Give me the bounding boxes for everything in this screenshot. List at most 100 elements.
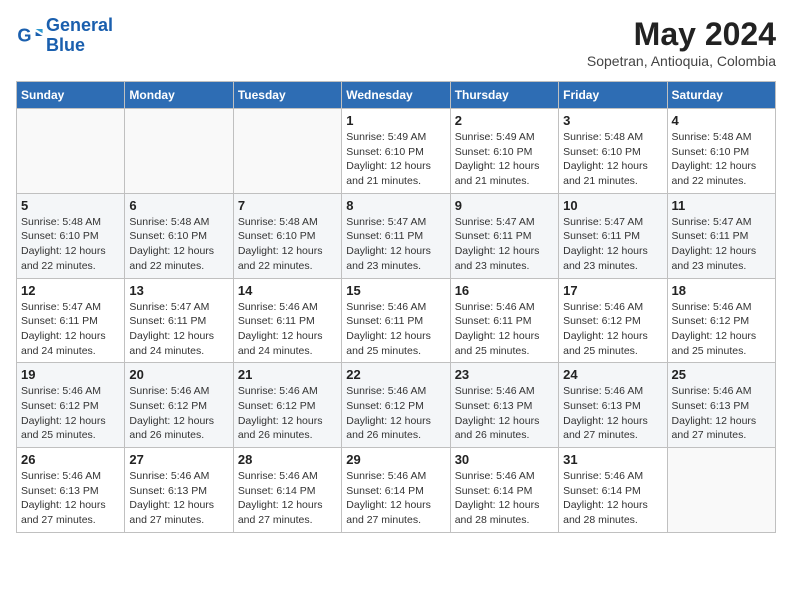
calendar-cell: 26 Sunrise: 5:46 AM Sunset: 6:13 PM Dayli…: [17, 448, 125, 533]
calendar-cell: 3 Sunrise: 5:48 AM Sunset: 6:10 PM Daylig…: [559, 109, 667, 194]
calendar-cell: 21Sunrise: 5:46 AM Sunset: 6:12 PM Dayli…: [233, 363, 341, 448]
location: Sopetran, Antioquia, Colombia: [587, 53, 776, 69]
calendar-week-row: 1 Sunrise: 5:49 AM Sunset: 6:10 PM Daylig…: [17, 109, 776, 194]
calendar-cell: 2 Sunrise: 5:49 AM Sunset: 6:10 PM Daylig…: [450, 109, 558, 194]
day-number: 2: [455, 113, 554, 128]
day-number: 28: [238, 452, 337, 467]
calendar-cell: 14Sunrise: 5:46 AM Sunset: 6:11 PM Dayli…: [233, 278, 341, 363]
calendar-cell: 18 Sunrise: 5:46 AM Sunset: 6:12 PM Dayli…: [667, 278, 775, 363]
day-info: Sunrise: 5:46 AM Sunset: 6:13 PM Dayligh…: [21, 469, 120, 528]
day-info: Sunrise: 5:48 AM Sunset: 6:10 PM Dayligh…: [238, 215, 337, 274]
calendar-cell: [17, 109, 125, 194]
svg-text:G: G: [17, 25, 31, 45]
calendar-cell: 30 Sunrise: 5:46 AM Sunset: 6:14 PM Dayli…: [450, 448, 558, 533]
calendar-week-row: 12 Sunrise: 5:47 AM Sunset: 6:11 PM Dayli…: [17, 278, 776, 363]
day-number: 19: [21, 367, 120, 382]
day-number: 26: [21, 452, 120, 467]
calendar-cell: 9Sunrise: 5:47 AM Sunset: 6:11 PM Daylig…: [450, 193, 558, 278]
day-number: 13: [129, 283, 228, 298]
page-header: G General Blue May 2024 Sopetran, Antioq…: [16, 16, 776, 69]
day-info: Sunrise: 5:46 AM Sunset: 6:12 PM Dayligh…: [238, 384, 337, 443]
calendar-cell: 22Sunrise: 5:46 AM Sunset: 6:12 PM Dayli…: [342, 363, 450, 448]
day-info: Sunrise: 5:49 AM Sunset: 6:10 PM Dayligh…: [455, 130, 554, 189]
calendar-cell: 29 Sunrise: 5:46 AM Sunset: 6:14 PM Dayli…: [342, 448, 450, 533]
calendar-cell: 28 Sunrise: 5:46 AM Sunset: 6:14 PM Dayli…: [233, 448, 341, 533]
calendar-cell: 27Sunrise: 5:46 AM Sunset: 6:13 PM Dayli…: [125, 448, 233, 533]
day-number: 24: [563, 367, 662, 382]
calendar-cell: 5Sunrise: 5:48 AM Sunset: 6:10 PM Daylig…: [17, 193, 125, 278]
calendar-cell: [125, 109, 233, 194]
logo-general: General: [46, 15, 113, 35]
day-info: Sunrise: 5:46 AM Sunset: 6:11 PM Dayligh…: [346, 300, 445, 359]
day-info: Sunrise: 5:48 AM Sunset: 6:10 PM Dayligh…: [21, 215, 120, 274]
month-year: May 2024: [587, 16, 776, 53]
logo: G General Blue: [16, 16, 113, 56]
calendar-header: SundayMondayTuesdayWednesdayThursdayFrid…: [17, 82, 776, 109]
calendar-cell: 17Sunrise: 5:46 AM Sunset: 6:12 PM Dayli…: [559, 278, 667, 363]
calendar-week-row: 26 Sunrise: 5:46 AM Sunset: 6:13 PM Dayli…: [17, 448, 776, 533]
calendar-cell: 24 Sunrise: 5:46 AM Sunset: 6:13 PM Dayli…: [559, 363, 667, 448]
calendar-cell: 23 Sunrise: 5:46 AM Sunset: 6:13 PM Dayli…: [450, 363, 558, 448]
weekday-header-monday: Monday: [125, 82, 233, 109]
logo-icon: G: [16, 22, 44, 50]
day-number: 11: [672, 198, 771, 213]
day-info: Sunrise: 5:46 AM Sunset: 6:12 PM Dayligh…: [672, 300, 771, 359]
calendar-body: 1 Sunrise: 5:49 AM Sunset: 6:10 PM Daylig…: [17, 109, 776, 533]
day-info: Sunrise: 5:46 AM Sunset: 6:14 PM Dayligh…: [563, 469, 662, 528]
day-info: Sunrise: 5:46 AM Sunset: 6:13 PM Dayligh…: [563, 384, 662, 443]
calendar-cell: 20Sunrise: 5:46 AM Sunset: 6:12 PM Dayli…: [125, 363, 233, 448]
day-info: Sunrise: 5:48 AM Sunset: 6:10 PM Dayligh…: [129, 215, 228, 274]
day-number: 7: [238, 198, 337, 213]
day-number: 3: [563, 113, 662, 128]
day-info: Sunrise: 5:49 AM Sunset: 6:10 PM Dayligh…: [346, 130, 445, 189]
day-info: Sunrise: 5:46 AM Sunset: 6:12 PM Dayligh…: [129, 384, 228, 443]
day-info: Sunrise: 5:46 AM Sunset: 6:14 PM Dayligh…: [346, 469, 445, 528]
title-block: May 2024 Sopetran, Antioquia, Colombia: [587, 16, 776, 69]
day-info: Sunrise: 5:46 AM Sunset: 6:12 PM Dayligh…: [21, 384, 120, 443]
calendar-cell: 11 Sunrise: 5:47 AM Sunset: 6:11 PM Dayli…: [667, 193, 775, 278]
day-number: 31: [563, 452, 662, 467]
day-number: 9: [455, 198, 554, 213]
day-info: Sunrise: 5:46 AM Sunset: 6:13 PM Dayligh…: [672, 384, 771, 443]
day-info: Sunrise: 5:47 AM Sunset: 6:11 PM Dayligh…: [672, 215, 771, 274]
weekday-header-row: SundayMondayTuesdayWednesdayThursdayFrid…: [17, 82, 776, 109]
day-info: Sunrise: 5:47 AM Sunset: 6:11 PM Dayligh…: [346, 215, 445, 274]
day-number: 27: [129, 452, 228, 467]
calendar-cell: 7 Sunrise: 5:48 AM Sunset: 6:10 PM Daylig…: [233, 193, 341, 278]
day-number: 29: [346, 452, 445, 467]
calendar-week-row: 5Sunrise: 5:48 AM Sunset: 6:10 PM Daylig…: [17, 193, 776, 278]
day-number: 16: [455, 283, 554, 298]
day-number: 12: [21, 283, 120, 298]
weekday-header-wednesday: Wednesday: [342, 82, 450, 109]
day-number: 18: [672, 283, 771, 298]
logo-text: General Blue: [46, 16, 113, 56]
day-info: Sunrise: 5:46 AM Sunset: 6:14 PM Dayligh…: [455, 469, 554, 528]
calendar-cell: 19 Sunrise: 5:46 AM Sunset: 6:12 PM Dayli…: [17, 363, 125, 448]
calendar-cell: 13 Sunrise: 5:47 AM Sunset: 6:11 PM Dayli…: [125, 278, 233, 363]
day-info: Sunrise: 5:46 AM Sunset: 6:14 PM Dayligh…: [238, 469, 337, 528]
calendar-cell: 12Sunrise: 5:47 AM Sunset: 6:11 PM Dayli…: [17, 278, 125, 363]
day-info: Sunrise: 5:46 AM Sunset: 6:13 PM Dayligh…: [455, 384, 554, 443]
day-info: Sunrise: 5:46 AM Sunset: 6:11 PM Dayligh…: [455, 300, 554, 359]
calendar-cell: 6Sunrise: 5:48 AM Sunset: 6:10 PM Daylig…: [125, 193, 233, 278]
calendar-cell: 1 Sunrise: 5:49 AM Sunset: 6:10 PM Daylig…: [342, 109, 450, 194]
weekday-header-saturday: Saturday: [667, 82, 775, 109]
day-info: Sunrise: 5:48 AM Sunset: 6:10 PM Dayligh…: [563, 130, 662, 189]
calendar-cell: 4 Sunrise: 5:48 AM Sunset: 6:10 PM Daylig…: [667, 109, 775, 194]
calendar-cell: 25Sunrise: 5:46 AM Sunset: 6:13 PM Dayli…: [667, 363, 775, 448]
calendar-cell: [233, 109, 341, 194]
day-number: 4: [672, 113, 771, 128]
calendar-week-row: 19 Sunrise: 5:46 AM Sunset: 6:12 PM Dayli…: [17, 363, 776, 448]
day-number: 23: [455, 367, 554, 382]
weekday-header-tuesday: Tuesday: [233, 82, 341, 109]
calendar-table: SundayMondayTuesdayWednesdayThursdayFrid…: [16, 81, 776, 533]
calendar-cell: 16 Sunrise: 5:46 AM Sunset: 6:11 PM Dayli…: [450, 278, 558, 363]
day-number: 10: [563, 198, 662, 213]
day-info: Sunrise: 5:46 AM Sunset: 6:12 PM Dayligh…: [563, 300, 662, 359]
day-info: Sunrise: 5:47 AM Sunset: 6:11 PM Dayligh…: [129, 300, 228, 359]
day-number: 1: [346, 113, 445, 128]
day-info: Sunrise: 5:48 AM Sunset: 6:10 PM Dayligh…: [672, 130, 771, 189]
day-number: 30: [455, 452, 554, 467]
day-number: 22: [346, 367, 445, 382]
calendar-cell: 10Sunrise: 5:47 AM Sunset: 6:11 PM Dayli…: [559, 193, 667, 278]
